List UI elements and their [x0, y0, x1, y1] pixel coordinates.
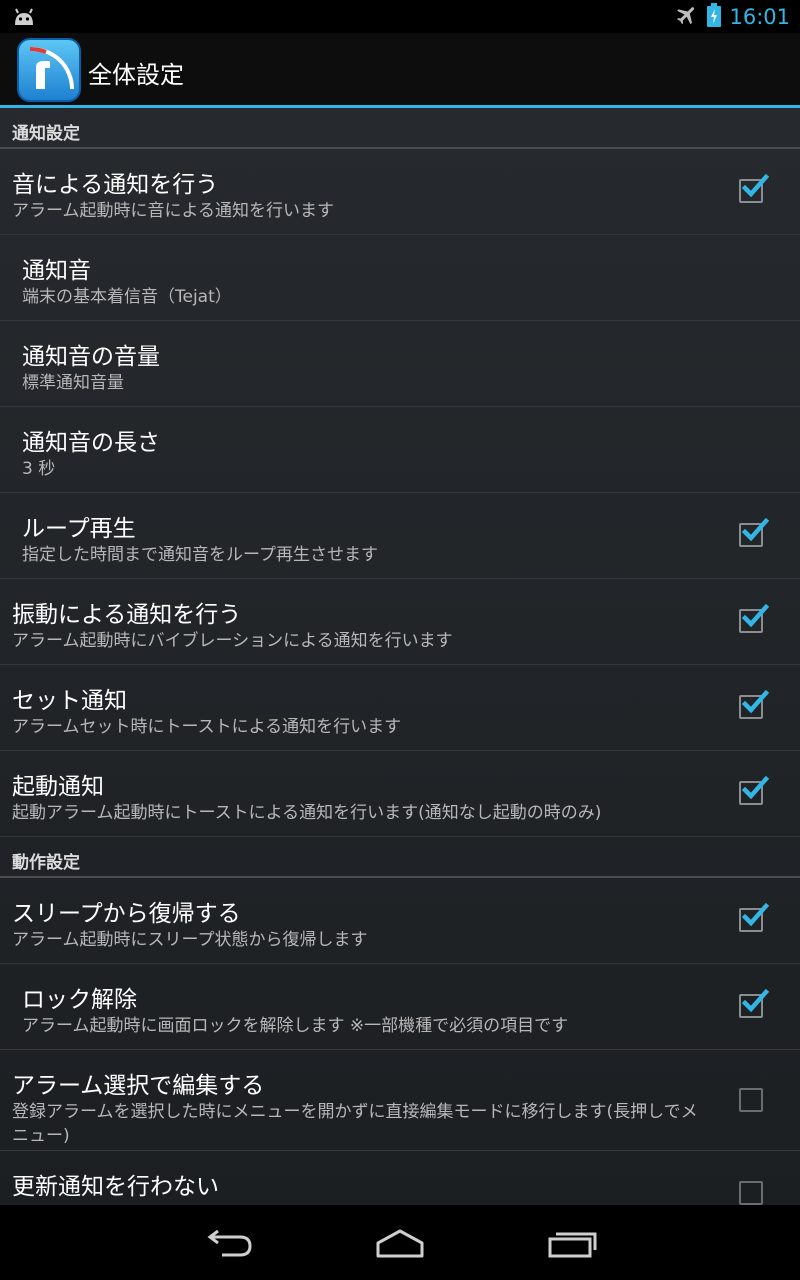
preference-title: 起動通知 [12, 774, 104, 800]
preference-title: 通知音 [22, 258, 91, 284]
action-bar: 全体設定 [0, 33, 800, 108]
preference-title: 通知音の長さ [22, 430, 160, 456]
preference-summary: アラームセット時にトーストによる通知を行います [12, 717, 402, 737]
status-bar: 16:01 [0, 0, 800, 33]
checkbox-checked[interactable] [739, 902, 770, 932]
preference-title: 振動による通知を行う [12, 602, 242, 628]
preference-summary: 標準通知音量 [22, 373, 124, 393]
preference-title: 通知音の音量 [22, 344, 160, 370]
recent-apps-icon[interactable] [542, 1223, 602, 1263]
preference-item[interactable]: ループ再生指定した時間まで通知音をループ再生させます [0, 493, 800, 579]
preference-summary: アラーム起動時にスリープ状態から復帰します [12, 930, 368, 950]
preference-item[interactable]: アラーム選択で編集する登録アラームを選択した時にメニューを開かずに直接編集モード… [0, 1050, 800, 1151]
preference-summary: 指定した時間まで通知音をループ再生させます [22, 545, 378, 565]
battery-charging-icon [707, 3, 722, 31]
preference-summary: 起動アラーム起動時にトーストによる通知を行います(通知なし起動の時のみ) [12, 803, 602, 823]
checkbox-unchecked[interactable] [739, 1181, 763, 1205]
checkbox-checked[interactable] [739, 173, 770, 203]
preference-item[interactable]: 通知音の長さ 3 秒 [0, 407, 800, 493]
preference-summary: アラーム起動時に音による通知を行います [12, 201, 334, 221]
page-title: 全体設定 [88, 61, 184, 89]
category-label: 動作設定 [12, 853, 80, 873]
preference-title: ループ再生 [22, 516, 136, 542]
preference-title: 音による通知を行う [12, 172, 219, 198]
category-header: 通知設定 [0, 108, 800, 149]
preference-title: アラーム選択で編集する [12, 1073, 265, 1099]
preference-summary: アラーム起動時にバイブレーションによる通知を行います [12, 631, 453, 651]
preference-item[interactable]: 通知音の音量標準通知音量 [0, 321, 800, 407]
checkbox-checked[interactable] [739, 603, 770, 633]
android-icon [12, 8, 36, 30]
category-header: 動作設定 [0, 837, 800, 878]
clock-time: 16:01 [729, 5, 790, 29]
preference-summary: アラーム起動時に画面ロックを解除します ※一部機種で必須の項目です [22, 1016, 569, 1036]
preference-title: ロック解除 [22, 987, 137, 1013]
preference-item[interactable]: 音による通知を行うアラーム起動時に音による通知を行います [0, 149, 800, 235]
airplane-icon [675, 3, 699, 31]
preference-title: スリープから復帰する [12, 901, 241, 927]
checkbox-checked[interactable] [739, 689, 770, 719]
preference-item[interactable]: 起動通知起動アラーム起動時にトーストによる通知を行います(通知なし起動の時のみ) [0, 751, 800, 837]
preference-item[interactable]: 通知音端末の基本着信音（Tejat） [0, 235, 800, 321]
checkbox-checked[interactable] [739, 775, 770, 805]
preference-item[interactable]: スリープから復帰するアラーム起動時にスリープ状態から復帰します [0, 878, 800, 964]
preference-item[interactable]: 振動による通知を行うアラーム起動時にバイブレーションによる通知を行います [0, 579, 800, 665]
preference-item[interactable]: 更新通知を行わない [0, 1151, 800, 1205]
preference-item[interactable]: セット通知アラームセット時にトーストによる通知を行います [0, 665, 800, 751]
preference-summary: 登録アラームを選択した時にメニューを開かずに直接編集モードに移行します(長押しで… [12, 1102, 698, 1146]
preference-summary: 3 秒 [22, 459, 56, 479]
home-icon[interactable] [370, 1223, 430, 1263]
navigation-bar [0, 1205, 800, 1280]
app-logo-icon[interactable] [16, 37, 82, 103]
checkbox-unchecked[interactable] [739, 1088, 763, 1112]
preference-title: セット通知 [12, 688, 127, 714]
preference-item[interactable]: ロック解除アラーム起動時に画面ロックを解除します ※一部機種で必須の項目です [0, 964, 800, 1050]
preference-summary: 端末の基本着信音（Tejat） [22, 287, 232, 307]
checkbox-checked[interactable] [739, 517, 770, 547]
preference-title: 更新通知を行わない [12, 1174, 219, 1200]
checkbox-checked[interactable] [739, 988, 770, 1018]
back-icon[interactable] [200, 1223, 260, 1263]
category-label: 通知設定 [12, 124, 80, 144]
settings-list[interactable]: 通知設定音による通知を行うアラーム起動時に音による通知を行います通知音端末の基本… [0, 108, 800, 1205]
